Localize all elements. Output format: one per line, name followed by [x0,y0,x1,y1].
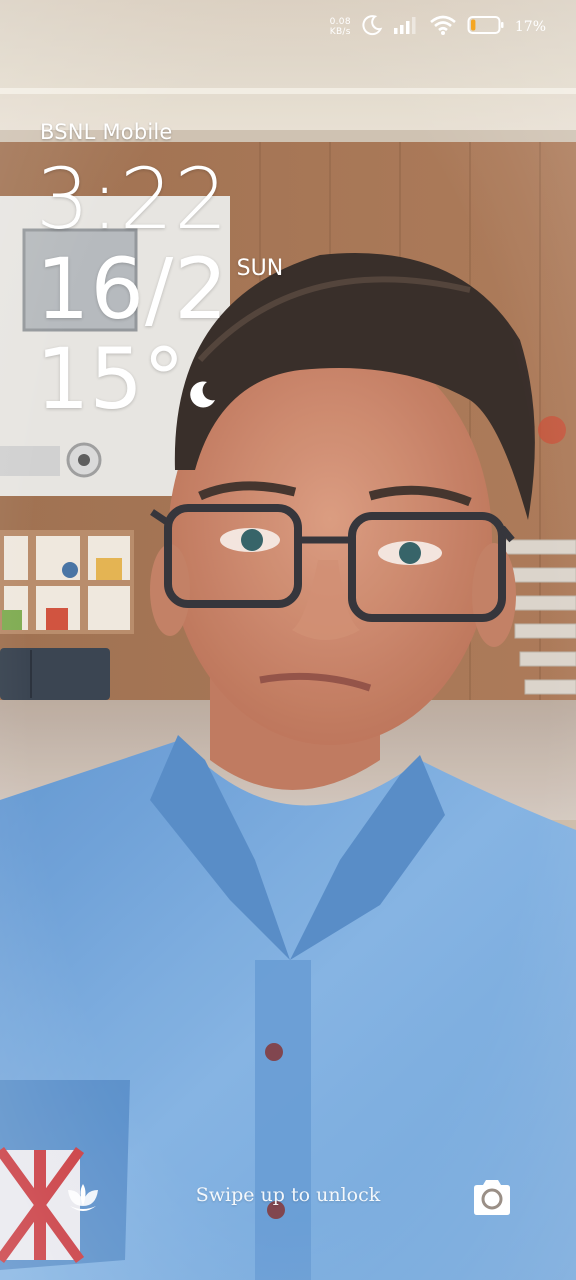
temperature: 15° [36,330,185,428]
signal-icon [393,15,419,39]
network-speed-unit: KB/s [329,27,351,37]
lock-clock: 3:22 [36,150,229,248]
date-row: 16/2 SUN [36,246,283,332]
camera-icon[interactable] [470,1178,514,1218]
weather-widget[interactable]: 15° [36,336,217,422]
carrier-name: BSNL Mobile [40,120,173,144]
battery-icon [467,15,505,39]
lock-date: 16/2 [36,240,229,338]
battery-percentage: 17% [514,19,546,35]
status-bar: 0.08 KB/s 17% [330,14,546,40]
battery-level-fill [470,19,476,31]
lock-weekday: SUN [236,256,284,281]
moon-icon [361,14,383,40]
lock-screen[interactable]: 0.08 KB/s 17% BSNL Mobile 3:22 16/2 SUN … [0,0,576,1280]
crescent-moon-icon [187,380,217,414]
lock-bottom-bar: Swipe up to unlock [0,1170,576,1226]
network-speed-value: 0.08 [329,17,351,27]
wifi-icon [429,14,457,40]
network-speed: 0.08 KB/s [330,17,351,37]
